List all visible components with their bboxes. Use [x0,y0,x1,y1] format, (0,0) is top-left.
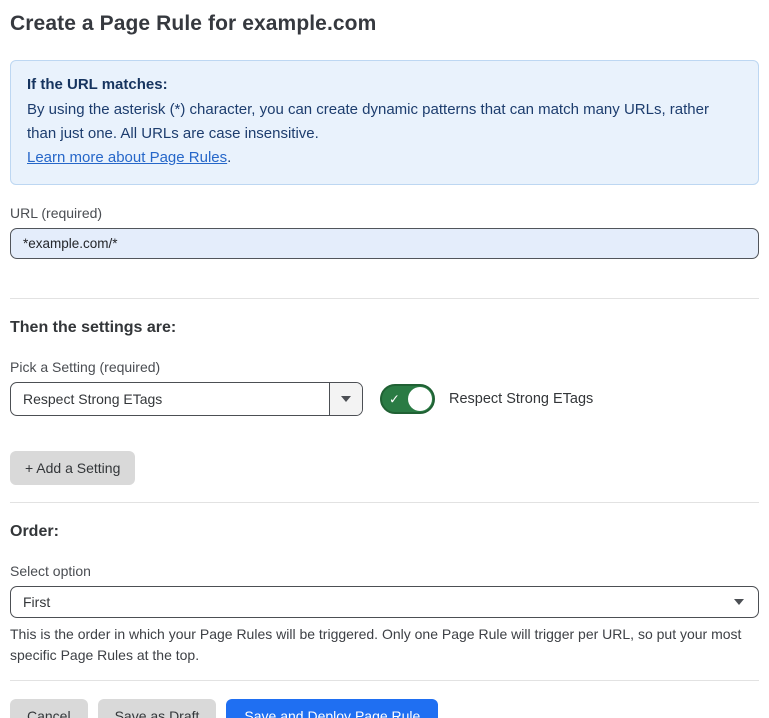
pick-setting-label: Pick a Setting (required) [10,359,759,375]
order-select-value: First [23,594,50,610]
etags-toggle[interactable]: ✓ [380,384,435,414]
url-section: URL (required) [10,205,759,259]
info-box-body: By using the asterisk (*) character, you… [27,98,742,146]
toggle-knob [408,387,432,411]
divider [10,298,759,299]
check-icon: ✓ [389,393,400,406]
order-select-label: Select option [10,563,759,579]
etags-toggle-label: Respect Strong ETags [449,391,593,407]
chevron-down-icon [341,396,351,402]
setting-select-value: Respect Strong ETags [11,383,329,415]
setting-row: Respect Strong ETags ✓ Respect Strong ET… [10,382,759,416]
order-section-heading: Order: [10,523,759,541]
divider [10,502,759,503]
learn-more-link[interactable]: Learn more about Page Rules [27,149,227,166]
save-deploy-button[interactable]: Save and Deploy Page Rule [226,699,438,718]
actions-row: Cancel Save as Draft Save and Deploy Pag… [10,699,759,718]
etags-toggle-group: ✓ Respect Strong ETags [380,384,593,414]
url-field-label: URL (required) [10,205,759,221]
chevron-down-icon [734,599,744,605]
link-period: . [227,149,231,166]
order-help-text: This is the order in which your Page Rul… [10,624,759,666]
setting-select[interactable]: Respect Strong ETags [10,382,363,416]
settings-section-heading: Then the settings are: [10,319,759,337]
order-select[interactable]: First [10,586,759,618]
url-input[interactable] [10,228,759,259]
info-box-heading: If the URL matches: [27,73,742,97]
cancel-button[interactable]: Cancel [10,699,88,718]
divider [10,680,759,681]
save-draft-button[interactable]: Save as Draft [98,699,217,718]
create-page-rule-panel: Create a Page Rule for example.com If th… [0,0,769,718]
setting-select-caret-button[interactable] [329,383,362,415]
url-match-info-box: If the URL matches: By using the asteris… [10,60,759,185]
add-setting-button[interactable]: + Add a Setting [10,451,135,485]
info-box-link-line: Learn more about Page Rules. [27,146,742,170]
page-title: Create a Page Rule for example.com [10,12,759,36]
